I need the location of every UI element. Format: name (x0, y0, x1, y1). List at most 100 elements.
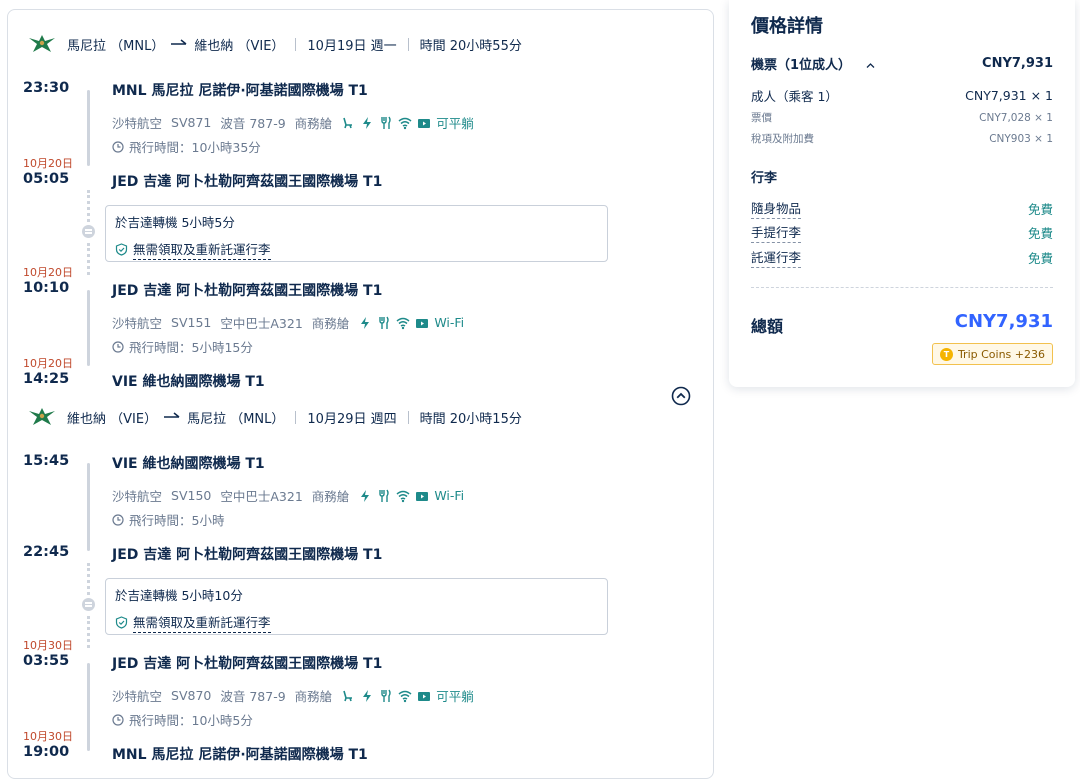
flight-number: SV870 (171, 688, 212, 703)
airline-name: 沙特航空 (112, 316, 163, 331)
baggage-note[interactable]: 無需領取及重新託運行李 (115, 612, 598, 633)
chevron-up-circle-icon[interactable] (671, 386, 691, 406)
duration-text: 飛行時間：10小時35分 (129, 140, 261, 155)
seat-icon (343, 690, 353, 701)
carry-on-value: 免費 (1027, 226, 1053, 241)
total-value: CNY7,931 (954, 311, 1053, 332)
clock-icon (112, 340, 124, 353)
divider (751, 287, 1053, 288)
outbound-from: 馬尼拉 （MNL） (67, 38, 165, 54)
arrival-airport: VIE 維也納國際機場 T1 (112, 374, 265, 390)
amenity-label: 可平躺 (436, 116, 474, 131)
arrival-airport: MNL 馬尼拉 尼諾伊·阿基諾國際機場 T1 (112, 747, 368, 763)
flight-number: SV151 (171, 315, 212, 330)
baggage-note[interactable]: 無需領取及重新託運行李 (115, 239, 598, 260)
personal-item-label[interactable]: 隨身物品 (751, 198, 802, 219)
amenity-label: Wi-Fi (434, 488, 465, 503)
tax-row: 稅項及附加費 CNY903 × 1 (751, 131, 1053, 146)
departure-date-note: 10月30日 (23, 639, 73, 652)
shield-check-icon (115, 243, 128, 256)
departure-time: 03:55 (23, 653, 70, 669)
meal-icon (381, 116, 391, 129)
checked-row: 託運行李 免費 (751, 247, 1053, 268)
amenities[interactable]: Wi-Fi (358, 315, 464, 330)
flight-info: 沙特航空 SV151 空中巴士A321 商務艙 Wi-Fi (112, 313, 464, 332)
departure-time: 10:10 (23, 280, 70, 296)
flight-duration: 飛行時間：10小時35分 (112, 137, 261, 156)
duration-text: 飛行時間：5小時15分 (129, 340, 253, 355)
duration-text: 飛行時間：5小時 (129, 513, 225, 528)
transfer-title: 於吉達轉機 5小時5分 (115, 215, 235, 230)
fare-value: CNY7,028 × 1 (979, 111, 1053, 124)
seat-icon (343, 117, 353, 128)
clock-icon (112, 713, 124, 726)
duration-text: 飛行時間：10小時5分 (129, 713, 253, 728)
divider (407, 37, 409, 51)
tax-label: 稅項及附加費 (751, 133, 814, 145)
ticket-label-wrap: 機票（1位成人） (751, 54, 875, 73)
ticket-total: CNY7,931 (982, 56, 1053, 71)
transfer-info: 於吉達轉機 5小時5分 無需領取及重新託運行李 (105, 205, 608, 262)
coin-icon: T (939, 347, 953, 361)
flight-duration: 飛行時間：10小時5分 (112, 710, 253, 729)
personal-item-row: 隨身物品 免費 (751, 198, 1053, 219)
flight-info: 沙特航空 SV871 波音 787-9 商務艙 可平躺 (112, 113, 474, 132)
divider (295, 410, 297, 424)
entertainment-icon (418, 691, 431, 701)
price-title: 價格詳情 (751, 16, 823, 37)
entertainment-icon (418, 118, 431, 128)
flight-number: SV150 (171, 488, 212, 503)
flight-line (87, 290, 90, 366)
trip-coins-badge[interactable]: T Trip Coins +236 (931, 343, 1053, 365)
itinerary-card: 馬尼拉 （MNL） 維也納 （VIE） 10月19日 週一 時間 20小時55分… (7, 9, 714, 779)
checked-value: 免費 (1027, 251, 1053, 266)
flight-duration: 飛行時間：5小時15分 (112, 337, 253, 356)
departure-airport: MNL 馬尼拉 尼諾伊·阿基諾國際機場 T1 (112, 83, 368, 99)
baggage-note-text: 無需領取及重新託運行李 (133, 239, 271, 260)
outbound-date: 10月19日 週一 (307, 38, 397, 54)
arrival-time: 19:00 (23, 744, 70, 760)
flight-line (87, 90, 90, 166)
ticket-row[interactable]: 機票（1位成人） CNY7,931 (751, 54, 1053, 73)
transfer-title: 於吉達轉機 5小時10分 (115, 588, 243, 603)
power-icon (363, 689, 372, 702)
meal-icon (381, 689, 391, 702)
chevron-up-icon[interactable] (866, 61, 875, 70)
arrival-airport: JED 吉達 阿卜杜勒阿齊茲國王國際機場 T1 (112, 547, 383, 563)
flight-line (87, 463, 90, 551)
inbound-total-time: 時間 20小時15分 (419, 411, 522, 427)
entertainment-icon (416, 318, 429, 328)
departure-airport: JED 吉達 阿卜杜勒阿齊茲國王國際機場 T1 (112, 283, 383, 299)
cabin-class: 商務艙 (311, 316, 350, 331)
wifi-icon (396, 490, 410, 502)
ticket-label: 機票（1位成人） (751, 58, 852, 73)
flight-number: SV871 (171, 115, 212, 130)
flight-info: 沙特航空 SV870 波音 787-9 商務艙 可平躺 (112, 686, 474, 705)
amenities[interactable]: 可平躺 (341, 686, 474, 705)
departure-airport: VIE 維也納國際機場 T1 (112, 456, 265, 472)
entertainment-icon (416, 491, 429, 501)
inbound-from: 維也納 （VIE） (67, 411, 158, 427)
tax-value: CNY903 × 1 (989, 132, 1053, 145)
airline-name: 沙特航空 (112, 689, 163, 704)
transfer-line (87, 616, 90, 648)
airline-name: 沙特航空 (112, 116, 163, 131)
amenities[interactable]: Wi-Fi (358, 488, 464, 503)
arrival-date-note: 10月20日 (23, 357, 73, 370)
wifi-icon (398, 690, 412, 702)
power-icon (363, 116, 372, 129)
clock-icon (112, 513, 124, 526)
cabin-class: 商務艙 (294, 116, 333, 131)
flight-duration: 飛行時間：5小時 (112, 510, 224, 529)
cabin-class: 商務艙 (294, 689, 333, 704)
carry-on-row: 手提行李 免費 (751, 222, 1053, 243)
arrow-right-icon (171, 39, 187, 45)
carry-on-label[interactable]: 手提行李 (751, 222, 802, 243)
baggage-note-text: 無需領取及重新託運行李 (133, 612, 271, 633)
checked-label[interactable]: 託運行李 (751, 247, 802, 268)
aircraft-type: 波音 787-9 (220, 116, 286, 131)
baggage-title-row: 行李 (751, 167, 1053, 186)
amenities[interactable]: 可平躺 (341, 113, 474, 132)
fare-label: 票價 (751, 112, 772, 124)
saudia-logo-icon (29, 35, 55, 52)
